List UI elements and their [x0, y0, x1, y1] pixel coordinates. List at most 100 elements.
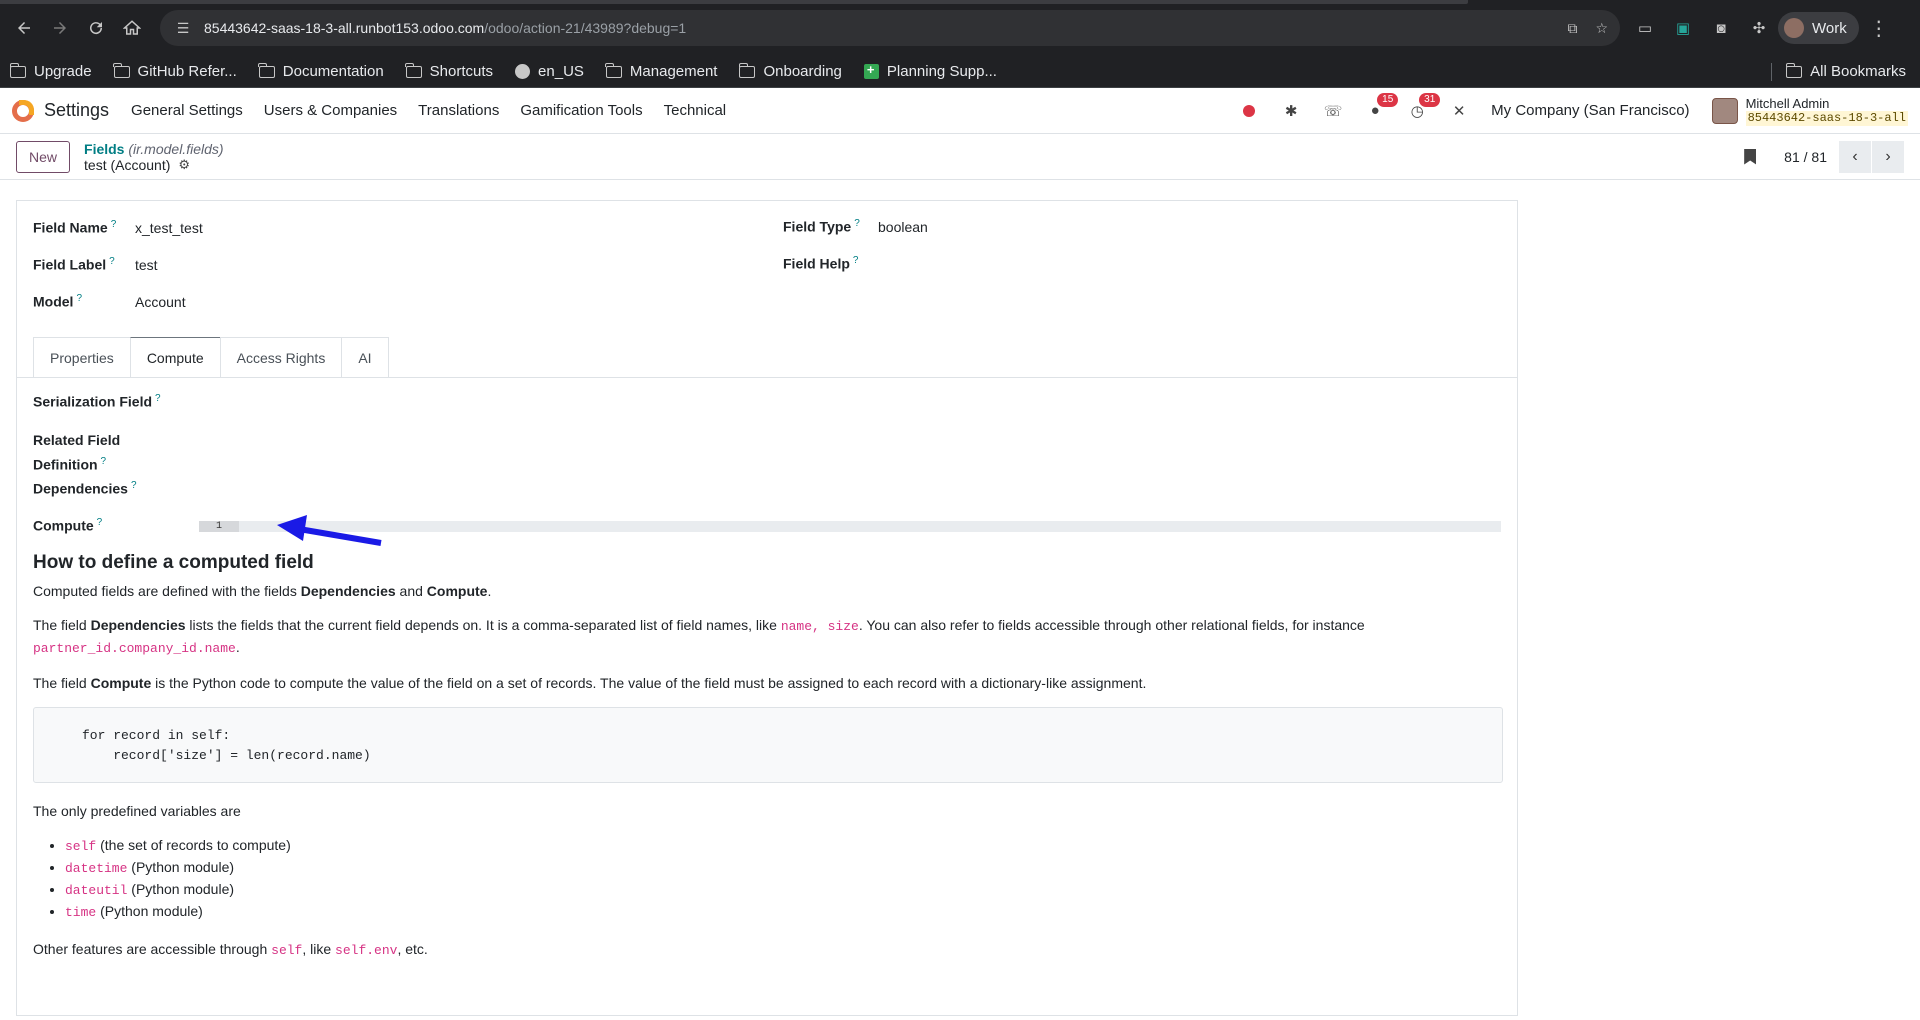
profile-button[interactable]: Work — [1778, 12, 1859, 44]
bookmark-github[interactable]: GitHub Refer... — [113, 62, 237, 80]
bug-icon[interactable]: ✱ — [1281, 101, 1301, 121]
related-row: Related Field Definition? — [33, 430, 120, 476]
odoo-logo-icon[interactable] — [12, 99, 34, 122]
home-button[interactable] — [116, 12, 148, 44]
bookmarks-bar: Upgrade GitHub Refer... Documentation Sh… — [0, 56, 1920, 88]
pager-next-button[interactable]: › — [1872, 140, 1904, 173]
field-name-row: Field Name? x_test_test — [33, 219, 203, 236]
form-sheet: Field Name? x_test_test Field Label? tes… — [16, 200, 1518, 1016]
pager-previous-button[interactable]: ‹ — [1839, 140, 1871, 173]
menu-users-companies[interactable]: Users & Companies — [264, 102, 397, 119]
help-paragraph-3: The field Compute is the Python code to … — [33, 675, 1147, 691]
menu-general-settings[interactable]: General Settings — [131, 102, 243, 119]
install-app-icon[interactable]: ⧉ — [1567, 20, 1577, 37]
site-info-icon[interactable]: ☰ — [172, 17, 194, 39]
messages-icon[interactable]: ● 15 — [1365, 92, 1399, 121]
help-other-features: Other features are accessible through se… — [33, 941, 428, 958]
compute-label: Compute? — [33, 517, 103, 534]
bookmark-icon[interactable] — [1744, 148, 1757, 165]
address-bar[interactable]: ☰ 85443642-saas-18-3-all.runbot153.odoo.… — [160, 10, 1620, 46]
bookmark-label: Shortcuts — [429, 63, 494, 80]
url-host: 85443642-saas-18-3-all.runbot153.odoo.co… — [204, 20, 485, 36]
extension-2-icon[interactable]: ▣ — [1670, 15, 1696, 41]
list-item: datetime (Python module) — [65, 857, 1503, 879]
extension-3-icon[interactable]: ◙ — [1708, 15, 1734, 41]
gear-icon[interactable]: ⚙ — [178, 157, 190, 173]
bookmark-upgrade[interactable]: Upgrade — [9, 62, 92, 80]
arrow-left-icon — [18, 22, 30, 34]
help-paragraph-2: The field Dependencies lists the fields … — [33, 617, 1365, 656]
field-type-value[interactable]: boolean — [878, 219, 928, 235]
compute-row: Compute? — [33, 517, 102, 534]
tab-properties[interactable]: Properties — [33, 337, 131, 377]
list-item: time (Python module) — [65, 901, 1503, 923]
folder-icon — [605, 62, 622, 78]
messages-badge: 15 — [1377, 92, 1399, 107]
bookmark-label: Management — [629, 63, 718, 80]
list-item: dateutil (Python module) — [65, 879, 1503, 901]
puzzle-icon[interactable]: ✣ — [1746, 15, 1772, 41]
bookmark-en-us[interactable]: en_US — [515, 63, 584, 80]
field-name-value[interactable]: x_test_test — [135, 220, 203, 236]
editor-line-number: 1 — [199, 521, 239, 532]
field-help-label: Field Help? — [783, 255, 859, 272]
bookmark-shortcuts[interactable]: Shortcuts — [405, 62, 494, 80]
folder-icon — [258, 62, 275, 78]
app-name[interactable]: Settings — [44, 100, 109, 121]
activities-icon[interactable]: ◷ 31 — [1407, 92, 1441, 121]
tab-strip — [0, 0, 1468, 4]
folder-icon — [1785, 62, 1803, 78]
menu-technical[interactable]: Technical — [664, 102, 727, 119]
bookmark-onboarding[interactable]: Onboarding — [738, 62, 842, 80]
record-icon[interactable] — [1239, 101, 1259, 121]
new-button[interactable]: New — [16, 140, 71, 173]
extension-1-icon[interactable]: ▭ — [1632, 15, 1658, 41]
model-label: Model? — [33, 293, 83, 310]
tab-compute[interactable]: Compute — [129, 337, 221, 377]
menu-translations[interactable]: Translations — [418, 102, 499, 119]
bookmark-label: Upgrade — [34, 63, 92, 80]
all-bookmarks[interactable]: All Bookmarks — [1785, 62, 1906, 80]
bookmark-documentation[interactable]: Documentation — [258, 62, 384, 80]
field-type-label: Field Type? — [783, 218, 860, 235]
field-name-label: Field Name? — [33, 219, 117, 236]
tab-access-rights[interactable]: Access Rights — [219, 337, 343, 377]
field-label-value[interactable]: test — [135, 257, 158, 273]
menu-gamification[interactable]: Gamification Tools — [520, 102, 642, 119]
bookmark-planning[interactable]: Planning Supp... — [863, 62, 997, 80]
model-row: Model? Account — [33, 293, 186, 310]
dependencies-row: Dependencies? — [33, 480, 137, 497]
breadcrumb-current: test (Account) — [84, 156, 171, 173]
breadcrumb-parent[interactable]: Fields — [84, 141, 124, 157]
reload-button[interactable] — [80, 12, 112, 44]
bookmark-management[interactable]: Management — [605, 62, 718, 80]
pager-value[interactable]: 81 / 81 — [1784, 149, 1827, 165]
tools-icon[interactable]: ✕ — [1449, 101, 1469, 121]
tab-ai[interactable]: AI — [341, 337, 389, 377]
compute-code-editor[interactable]: 1 — [199, 521, 1501, 532]
help-paragraph-1: Computed fields are defined with the fie… — [33, 583, 492, 599]
help-code-block: for record in self: record['size'] = len… — [33, 707, 1503, 783]
user-name: Mitchell Admin — [1745, 95, 1830, 111]
profile-label: Work — [1812, 19, 1847, 37]
sheets-icon — [863, 62, 879, 79]
menu-dots-icon[interactable]: ⋮ — [1869, 16, 1889, 41]
avatar — [1711, 97, 1738, 124]
star-icon[interactable]: ☆ — [1595, 20, 1608, 37]
url-path: /odoo/action-21/43989?debug=1 — [484, 20, 687, 36]
pager: 81 / 81 ‹ › — [1744, 140, 1904, 173]
forward-button[interactable] — [44, 12, 76, 44]
all-bookmarks-label: All Bookmarks — [1810, 63, 1906, 80]
globe-icon — [515, 64, 531, 79]
user-menu[interactable]: Mitchell Admin 85443642-saas-18-3-all — [1711, 95, 1908, 126]
back-button[interactable] — [8, 12, 40, 44]
breadcrumb-model: (ir.model.fields) — [128, 140, 224, 157]
phone-icon[interactable]: ☏ — [1323, 101, 1343, 121]
annotation-arrow-icon — [277, 515, 382, 546]
bookmark-label: en_US — [538, 63, 584, 80]
help-title: How to define a computed field — [33, 552, 314, 573]
field-label-row: Field Label? test — [33, 256, 158, 273]
bookmark-label: Documentation — [282, 63, 384, 80]
company-switcher[interactable]: My Company (San Francisco) — [1491, 102, 1689, 119]
model-value[interactable]: Account — [135, 294, 186, 310]
